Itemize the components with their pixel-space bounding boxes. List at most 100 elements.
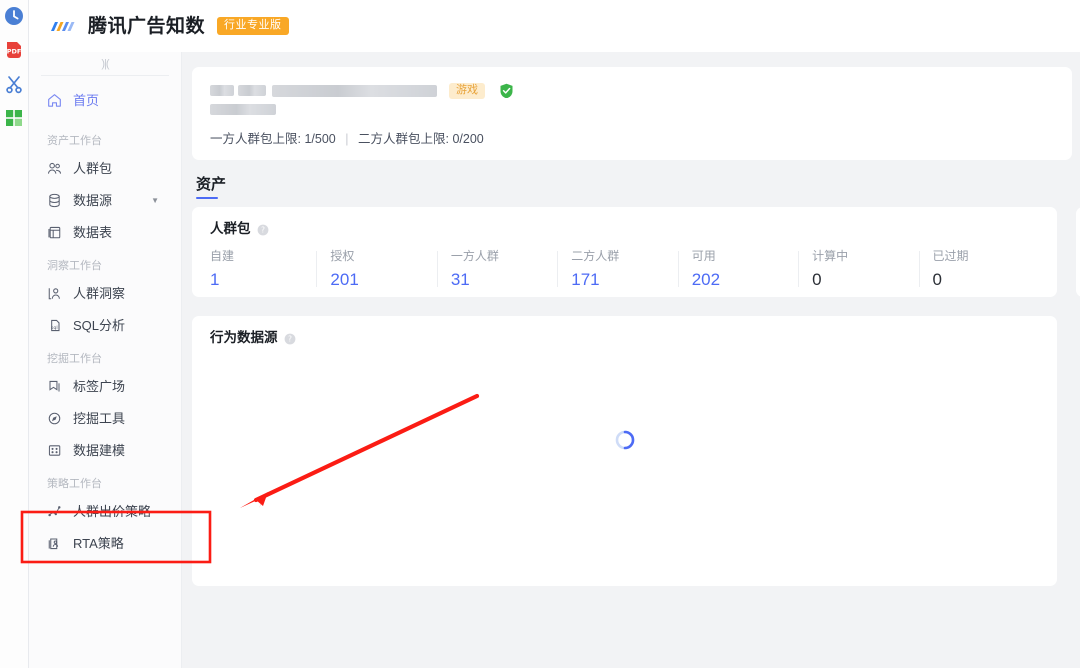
loading-spinner-icon — [192, 429, 1057, 451]
stat-label: 自建 — [210, 249, 235, 263]
sidebar-item-crowd-bid-strategy-label: 人群出价策略 — [73, 503, 152, 519]
top-bar: 腾讯广告知数 行业专业版 — [29, 0, 1080, 52]
svg-text:?: ? — [261, 225, 265, 234]
sidebar-item-data-source[interactable]: 数据源 ▼ — [29, 184, 181, 216]
stat-item: 计算中 0 — [798, 250, 918, 288]
stat-value: 0 — [812, 270, 822, 289]
verified-shield-icon — [499, 83, 514, 99]
sidebar-item-mining-tool[interactable]: 挖掘工具 — [29, 402, 181, 434]
stat-value: 1 — [210, 270, 220, 289]
nav-group-title-assets: 资产工作台 — [47, 135, 102, 147]
stat-value: 31 — [450, 270, 470, 289]
stat-label: 已过期 — [932, 249, 969, 263]
sidebar-item-data-source-label: 数据源 — [73, 192, 113, 208]
sidebar-item-data-modeling-label: 数据建模 — [73, 442, 126, 458]
stat-value: 202 — [691, 270, 721, 289]
account-quota-line: 一方人群包上限: 1/500 | 二方人群包上限: 0/200 — [210, 133, 1054, 146]
rta-icon — [47, 536, 62, 551]
scissors-icon[interactable] — [4, 74, 24, 94]
stat-item: 已过期 0 — [918, 249, 1039, 289]
asset-cards-row: 人群包 ? 自建 1 授权 201 一方人群 31 二方人群 171 可用 20… — [192, 207, 1080, 297]
pdf-icon[interactable]: PDF — [4, 40, 24, 60]
product-logo-icon — [48, 17, 78, 36]
sidebar-item-data-modeling[interactable]: 数据建模 — [29, 434, 181, 466]
account-summary-card: 游戏 一方人群包上限: 1/500 | 二方人群包上限: 0/200 — [192, 67, 1072, 160]
nav-group-title-mining: 挖掘工作台 — [47, 353, 102, 365]
sidebar-item-home[interactable]: 首页 — [29, 84, 181, 116]
sidebar-item-home-label: 首页 — [73, 92, 100, 108]
sidebar-item-crowd-pack-label: 人群包 — [73, 160, 113, 176]
home-icon — [47, 93, 62, 108]
stat-item: 二方人群 171 — [557, 250, 677, 288]
stat-label: 可用 — [691, 249, 716, 263]
redacted-text-block — [272, 84, 437, 97]
sidebar-item-rta-strategy-label: RTA策略 — [73, 535, 124, 551]
main-content: 游戏 一方人群包上限: 1/500 | 二方人群包上限: 0/200 资产 人群… — [182, 52, 1080, 668]
redacted-text-block — [210, 104, 276, 115]
sidebar-item-tag-market[interactable]: 标签广场 — [29, 370, 181, 402]
application-window: 腾讯广告知数 行业专业版 )|( 首页 资产工作台 人群包 数据源 ▼ 数据表 … — [29, 0, 1080, 668]
insight-icon — [47, 286, 62, 301]
stat-item: 一方人群 31 — [436, 249, 557, 289]
grid-icon[interactable] — [4, 108, 24, 128]
brand-title: 腾讯广告知数 — [88, 15, 206, 37]
stat-label: 二方人群 — [571, 249, 620, 263]
stat-value: 171 — [571, 270, 600, 289]
chevron-down-icon[interactable]: ▼ — [151, 196, 159, 205]
sidebar-item-sql-analysis-label: SQL分析 — [73, 317, 126, 333]
sidebar-item-rta-strategy[interactable]: RTA策略 — [29, 527, 181, 559]
sidebar-item-crowd-insight-label: 人群洞察 — [73, 285, 126, 301]
industry-tag: 游戏 — [449, 82, 485, 99]
sidebar-item-data-table-label: 数据表 — [73, 224, 113, 240]
people-icon — [47, 161, 62, 176]
behavior-card-header: 行为数据源 ? — [210, 330, 1039, 345]
stat-item: 自建 1 — [210, 250, 316, 288]
stat-item: 授权 201 — [316, 250, 436, 288]
stat-value: 0 — [932, 270, 942, 289]
database-icon — [47, 193, 62, 208]
stat-label: 授权 — [330, 249, 355, 263]
second-party-quota-value: 0/200 — [452, 132, 484, 146]
sidebar-item-mining-tool-label: 挖掘工具 — [73, 410, 126, 426]
crowd-pack-card-header: 人群包 ? — [210, 221, 1039, 236]
sidebar-item-crowd-pack[interactable]: 人群包 — [29, 152, 181, 184]
behavior-card-title: 行为数据源 — [210, 329, 278, 345]
crowd-pack-card: 人群包 ? 自建 1 授权 201 一方人群 31 二方人群 171 可用 20… — [192, 207, 1057, 297]
clock-icon[interactable] — [4, 6, 24, 26]
sidebar-item-data-table[interactable]: 数据表 — [29, 216, 181, 248]
help-icon[interactable]: ? — [257, 223, 269, 235]
tab-assets[interactable]: 资产 — [196, 177, 226, 199]
tag-icon — [47, 379, 62, 394]
sidebar-item-tag-market-label: 标签广场 — [73, 378, 126, 394]
svg-text:?: ? — [288, 334, 292, 343]
svg-text:PDF: PDF — [7, 48, 22, 56]
sql-icon: sql — [47, 318, 62, 333]
crowd-pack-card-title: 人群包 — [210, 220, 251, 236]
behavior-data-source-card: 行为数据源 ? — [192, 316, 1057, 586]
crowd-pack-stats-grid: 自建 1 授权 201 一方人群 31 二方人群 171 可用 202 计算中 … — [210, 250, 1039, 288]
sidebar-item-crowd-insight[interactable]: 人群洞察 — [29, 277, 181, 309]
help-icon[interactable]: ? — [284, 332, 296, 344]
stat-label: 计算中 — [812, 249, 849, 263]
quota-separator: | — [345, 132, 349, 146]
model-icon — [47, 443, 62, 458]
sidebar-item-sql-analysis[interactable]: sql SQL分析 — [29, 309, 181, 341]
secondary-asset-card — [1076, 207, 1080, 297]
browser-extension-rail: PDF — [0, 0, 29, 668]
stat-value: 201 — [330, 270, 359, 289]
second-party-quota-label: 二方人群包上限: — [357, 132, 449, 146]
redacted-text-block — [210, 85, 234, 96]
edition-badge: 行业专业版 — [217, 17, 289, 35]
redacted-text-block — [238, 85, 266, 96]
stat-label: 一方人群 — [450, 249, 499, 263]
sidebar-nav: )|( 首页 资产工作台 人群包 数据源 ▼ 数据表 洞察工作台 人群洞察 sq… — [29, 52, 182, 668]
strategy-icon — [47, 504, 62, 519]
sidebar-collapse-toggle[interactable]: )|( — [29, 52, 181, 75]
nav-group-title-strategy: 策略工作台 — [47, 478, 102, 490]
svg-text:sql: sql — [51, 324, 58, 330]
sidebar-divider — [41, 75, 169, 76]
sidebar-item-crowd-bid-strategy[interactable]: 人群出价策略 — [29, 495, 181, 527]
screen-root: PDF 腾讯广告知数 行业专业版)|(首页 资产工作台 人群包 数据源 ▼ … — [0, 0, 1080, 668]
account-name-row: 游戏 — [210, 82, 1054, 99]
